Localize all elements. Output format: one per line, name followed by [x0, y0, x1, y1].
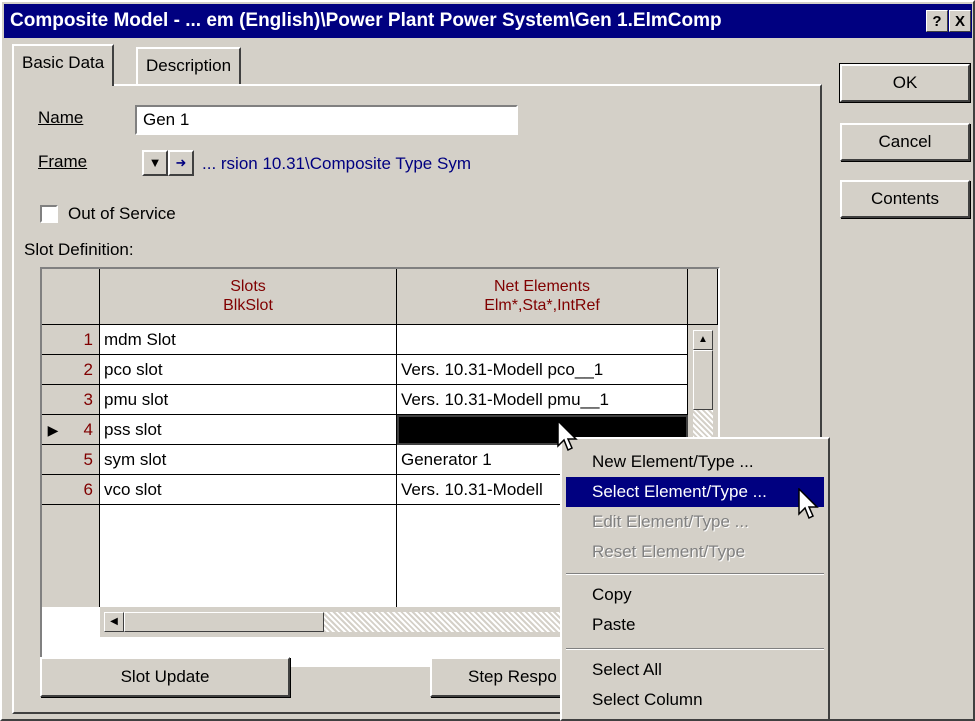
help-button[interactable]: ? [926, 10, 948, 32]
row-number[interactable]: 3 [42, 385, 100, 415]
frame-link[interactable]: ... rsion 10.31\Composite Type Sym [202, 154, 471, 174]
triangle-down-icon: ▼ [148, 155, 162, 170]
element-cell[interactable]: Vers. 10.31-Modell pco__1 [397, 355, 688, 385]
row-number[interactable]: 1 [42, 325, 100, 355]
menu-separator [566, 573, 824, 575]
net-elements-header-line1: Net Elements [493, 278, 591, 295]
slot-update-button[interactable]: Slot Update [40, 657, 290, 697]
menu-item-select-column[interactable]: Select Column [566, 685, 824, 715]
cancel-button[interactable]: Cancel [840, 123, 970, 161]
frame-label-text: Frame [38, 152, 88, 171]
ok-button[interactable]: OK [839, 63, 971, 103]
slot-cell[interactable]: mdm Slot [100, 325, 397, 355]
mouse-cursor-icon [557, 420, 578, 452]
context-menu: New Element/Type ... Select Element/Type… [560, 437, 830, 721]
window-title: Composite Model - ... em (English)\Power… [10, 10, 722, 31]
name-label: Name [38, 108, 83, 128]
arrow-right-icon: ➜ [175, 155, 187, 170]
menu-item-copy[interactable]: Copy [566, 580, 824, 610]
menu-item-edit-element[interactable]: Edit Element/Type ... [566, 507, 824, 537]
menu-item-reset-element[interactable]: Reset Element/Type [566, 537, 824, 567]
net-elements-header-line2: Elm*,Sta*,IntRef [484, 297, 600, 314]
slot-cell[interactable]: pco slot [100, 355, 397, 385]
slot-cell[interactable]: vco slot [100, 475, 397, 505]
frame-jump-button[interactable]: ➜ [168, 150, 194, 176]
menu-item-new-element[interactable]: New Element/Type ... [566, 447, 824, 477]
row-number[interactable]: 5 [42, 445, 100, 475]
slots-column-header[interactable]: Slots BlkSlot [100, 269, 397, 325]
mouse-cursor-icon [798, 488, 819, 520]
grid-corner [42, 269, 100, 325]
scroll-up-button[interactable]: ▲ [693, 330, 713, 350]
slots-header-line2: BlkSlot [223, 297, 273, 314]
name-input[interactable]: Gen 1 [135, 105, 518, 135]
element-cell[interactable] [397, 325, 688, 355]
row-number[interactable]: 6 [42, 475, 100, 505]
row-header-empty [42, 505, 100, 607]
frame-label: Frame [38, 152, 87, 172]
scroll-up-icon: ▲ [698, 334, 708, 345]
grid-header-filler [688, 269, 718, 325]
slot-definition-label: Slot Definition: [24, 240, 134, 259]
menu-item-select-element[interactable]: Select Element/Type ... [566, 477, 824, 507]
title-bar: Composite Model - ... em (English)\Power… [4, 4, 972, 38]
close-button[interactable]: X [949, 10, 971, 32]
scroll-left-button[interactable]: ◀ [104, 612, 124, 632]
column-divider [396, 505, 397, 607]
current-row-arrow-icon: ▶ [47, 422, 59, 438]
slot-cell[interactable]: sym slot [100, 445, 397, 475]
tab-basic-data[interactable]: Basic Data [12, 44, 115, 86]
name-label-text: Name [38, 108, 84, 127]
scroll-left-icon: ◀ [110, 616, 118, 627]
frame-select-button[interactable]: ▼ [142, 150, 168, 176]
vertical-scroll-thumb[interactable] [693, 350, 713, 410]
slots-header-line1: Slots [230, 278, 266, 295]
horizontal-scroll-thumb[interactable] [124, 612, 324, 632]
contents-button[interactable]: Contents [840, 180, 970, 218]
element-cell[interactable]: Vers. 10.31-Modell pmu__1 [397, 385, 688, 415]
out-of-service-checkbox[interactable] [40, 205, 58, 223]
out-of-service-label: Out of Service [68, 204, 176, 223]
menu-separator [566, 648, 824, 650]
menu-item-select-all[interactable]: Select All [566, 655, 824, 685]
menu-item-paste[interactable]: Paste [566, 610, 824, 640]
net-elements-column-header[interactable]: Net Elements Elm*,Sta*,IntRef [397, 269, 688, 325]
tab-description[interactable]: Description [136, 47, 242, 85]
row-number[interactable]: 2 [42, 355, 100, 385]
slot-cell[interactable]: pmu slot [100, 385, 397, 415]
slot-cell[interactable]: pss slot [100, 415, 397, 445]
